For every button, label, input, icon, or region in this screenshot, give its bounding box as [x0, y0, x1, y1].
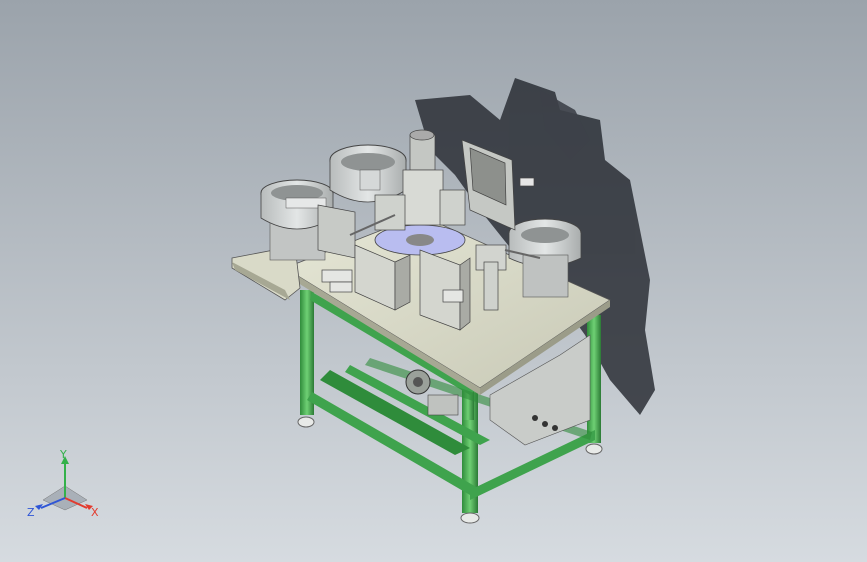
vibratory-bowl-center [329, 144, 407, 203]
leveling-foot [297, 416, 315, 428]
leveling-foot [585, 443, 603, 455]
graphics-viewport[interactable]: Y X Z [0, 0, 867, 562]
y-axis-label: Y [59, 448, 67, 461]
z-axis-label: Z [27, 506, 35, 519]
x-axis-label: X [91, 506, 99, 519]
coordinate-triad: Y X Z [27, 448, 99, 519]
3d-model-view[interactable] [0, 0, 867, 562]
leveling-foot [460, 512, 480, 524]
